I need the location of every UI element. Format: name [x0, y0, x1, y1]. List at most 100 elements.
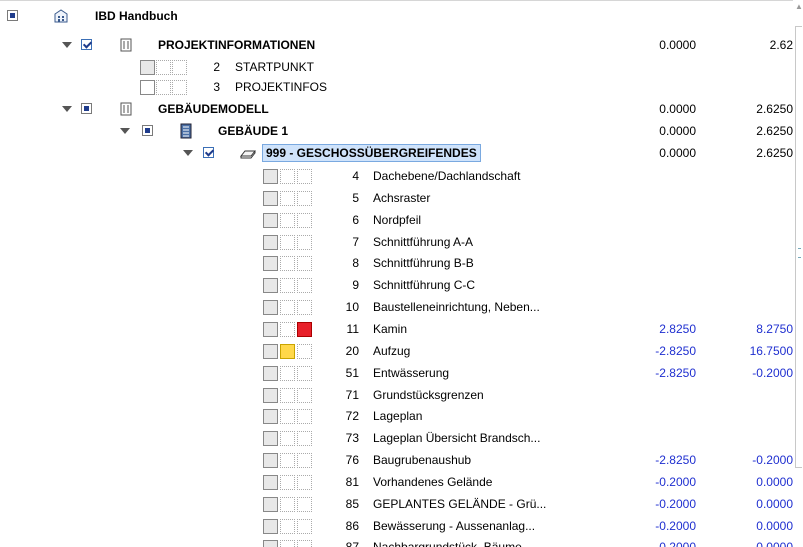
teilbild-name: Baugrubenaushub [373, 453, 472, 467]
expand-arrow-icon[interactable] [120, 128, 130, 134]
empty-slot [297, 235, 312, 250]
drawing-type-boxes[interactable] [263, 344, 313, 359]
tree-node-gebaeudemodell[interactable]: GEBÄUDEMODELL 0.0000 2.6250 [0, 98, 803, 120]
drawing-type-boxes[interactable] [263, 431, 313, 446]
drawing-type-boxes[interactable] [263, 475, 313, 490]
gebaeudemodell-checkbox[interactable] [81, 103, 92, 114]
expand-arrow-icon[interactable] [62, 42, 72, 48]
teilbild-row[interactable]: 71 Grundstücksgrenzen [0, 384, 803, 406]
drawing-type-boxes[interactable] [263, 235, 313, 250]
teilbild-value-from [600, 427, 696, 449]
expand-arrow-icon[interactable] [183, 150, 193, 156]
empty-slot [297, 409, 312, 424]
teilbild-number: 20 [345, 344, 359, 358]
teilbild-row[interactable]: 86 Bewässerung - Aussenanlag... -0.2000 0.0… [0, 515, 803, 537]
teilbild-row[interactable]: 4 Dachebene/Dachlandschaft [0, 165, 803, 187]
teilbild-row[interactable]: 9 Schnittführung C-C [0, 274, 803, 296]
building-icon [178, 123, 194, 139]
geschoss-checkbox[interactable] [203, 147, 214, 158]
drawing-file-icon [263, 169, 278, 184]
teilbild-row[interactable]: 10 Baustelleneinrichtung, Neben... [0, 296, 803, 318]
drawing-type-boxes[interactable] [263, 519, 313, 534]
vertical-scrollbar[interactable]: ▲ [793, 0, 803, 546]
projektinfo-checkbox[interactable] [81, 39, 92, 50]
teilbild-row[interactable]: 87 Nachbargrundstück, Bäume -0.2000 0.0000 [0, 536, 803, 547]
drawing-type-boxes[interactable] [263, 497, 313, 512]
gebaeudemodell-label: GEBÄUDEMODELL [158, 102, 269, 116]
geschoss-label: 999 - GESCHOSSÜBERGREIFENDES [262, 144, 481, 162]
teilbild-value-to: 0.0000 [756, 475, 793, 489]
teilbild-row[interactable]: 85 GEPLANTES GELÄNDE - Grü... -0.2000 0.000… [0, 493, 803, 515]
tree-root-row[interactable]: IBD Handbuch [0, 5, 803, 27]
drawing-type-boxes[interactable] [140, 60, 190, 75]
teilbild-value-to: 16.7500 [749, 344, 793, 358]
teilbild-row[interactable]: 51 Entwässerung -2.8250 -0.2000 [0, 362, 803, 384]
empty-slot [297, 300, 312, 315]
drawing-type-boxes[interactable] [263, 278, 313, 293]
drawing-file-icon [263, 213, 278, 228]
drawing-type-boxes[interactable] [263, 300, 313, 315]
teilbild-row[interactable]: 5 Achsraster [0, 187, 803, 209]
drawing-type-boxes[interactable] [263, 169, 313, 184]
gebaeude-value-from: 0.0000 [659, 124, 696, 138]
tree-item-startpunkt[interactable]: 2 STARTPUNKT [0, 56, 803, 78]
teilbild-value-to: 8.2750 [756, 322, 793, 336]
drawing-type-boxes[interactable] [263, 453, 313, 468]
teilbild-name: Entwässerung [373, 366, 450, 380]
expand-arrow-icon[interactable] [62, 106, 72, 112]
teilbild-value-to [700, 252, 793, 274]
empty-slot [297, 431, 312, 446]
structure-level-icon [118, 37, 134, 53]
teilbild-value-from: -2.8250 [655, 453, 696, 467]
empty-slot [280, 256, 295, 271]
structure-tree[interactable]: IBD Handbuch PROJEKTINFORMATIONEN 0.0000… [0, 0, 803, 547]
empty-slot [280, 191, 295, 206]
drawing-type-boxes[interactable] [140, 80, 190, 95]
root-checkbox[interactable] [7, 10, 18, 21]
empty-slot [280, 497, 295, 512]
teilbild-row[interactable]: 72 Lageplan [0, 405, 803, 427]
drawing-type-boxes[interactable] [263, 409, 313, 424]
teilbild-row[interactable]: 7 Schnittführung A-A [0, 231, 803, 253]
teilbild-row[interactable]: 20 Aufzug -2.8250 16.7500 [0, 340, 803, 362]
teilbild-row[interactable]: 81 Vorhandenes Gelände -0.2000 0.0000 [0, 471, 803, 493]
teilbild-row[interactable]: 76 Baugrubenaushub -2.8250 -0.2000 [0, 449, 803, 471]
item-number: 2 [213, 60, 220, 74]
empty-slot [156, 80, 171, 95]
tree-node-projektinformationen[interactable]: PROJEKTINFORMATIONEN 0.0000 2.62 [0, 34, 803, 56]
teilbild-number: 51 [345, 366, 359, 380]
storey-icon [239, 145, 257, 161]
empty-slot [280, 475, 295, 490]
teilbild-row[interactable]: 73 Lageplan Übersicht Brandsch... [0, 427, 803, 449]
scroll-up-arrow-icon[interactable]: ▲ [795, 2, 803, 11]
teilbild-number: 8 [352, 256, 359, 270]
teilbild-row[interactable]: 8 Schnittführung B-B [0, 252, 803, 274]
drawing-file-icon [263, 388, 278, 403]
empty-slot [280, 453, 295, 468]
teilbild-row[interactable]: 11 Kamin 2.8250 8.2750 [0, 318, 803, 340]
teilbild-number: 87 [345, 540, 359, 547]
document-icon [140, 80, 155, 95]
drawing-file-icon [263, 256, 278, 271]
empty-slot [280, 409, 295, 424]
drawing-type-boxes[interactable] [263, 366, 313, 381]
teilbild-row[interactable]: 6 Nordpfeil [0, 209, 803, 231]
drawing-type-boxes[interactable] [263, 191, 313, 206]
drawing-type-boxes[interactable] [263, 256, 313, 271]
tree-item-projektinfos[interactable]: 3 PROJEKTINFOS [0, 76, 803, 98]
empty-slot [156, 60, 171, 75]
drawing-type-boxes[interactable] [263, 322, 313, 337]
empty-slot [297, 213, 312, 228]
drawing-file-icon [263, 475, 278, 490]
drawing-type-boxes[interactable] [263, 213, 313, 228]
tree-node-geschoss[interactable]: 999 - GESCHOSSÜBERGREIFENDES 0.0000 2.62… [0, 142, 803, 164]
drawing-file-icon [263, 497, 278, 512]
red-marker-icon [297, 322, 312, 337]
root-label: IBD Handbuch [95, 9, 178, 23]
tree-node-gebaeude[interactable]: GEBÄUDE 1 0.0000 2.6250 [0, 120, 803, 142]
gebaeude-checkbox[interactable] [142, 125, 153, 136]
scroll-grip[interactable] [798, 248, 800, 258]
teilbild-value-to [700, 187, 793, 209]
building-project-icon [53, 8, 69, 24]
drawing-type-boxes[interactable] [263, 388, 313, 403]
